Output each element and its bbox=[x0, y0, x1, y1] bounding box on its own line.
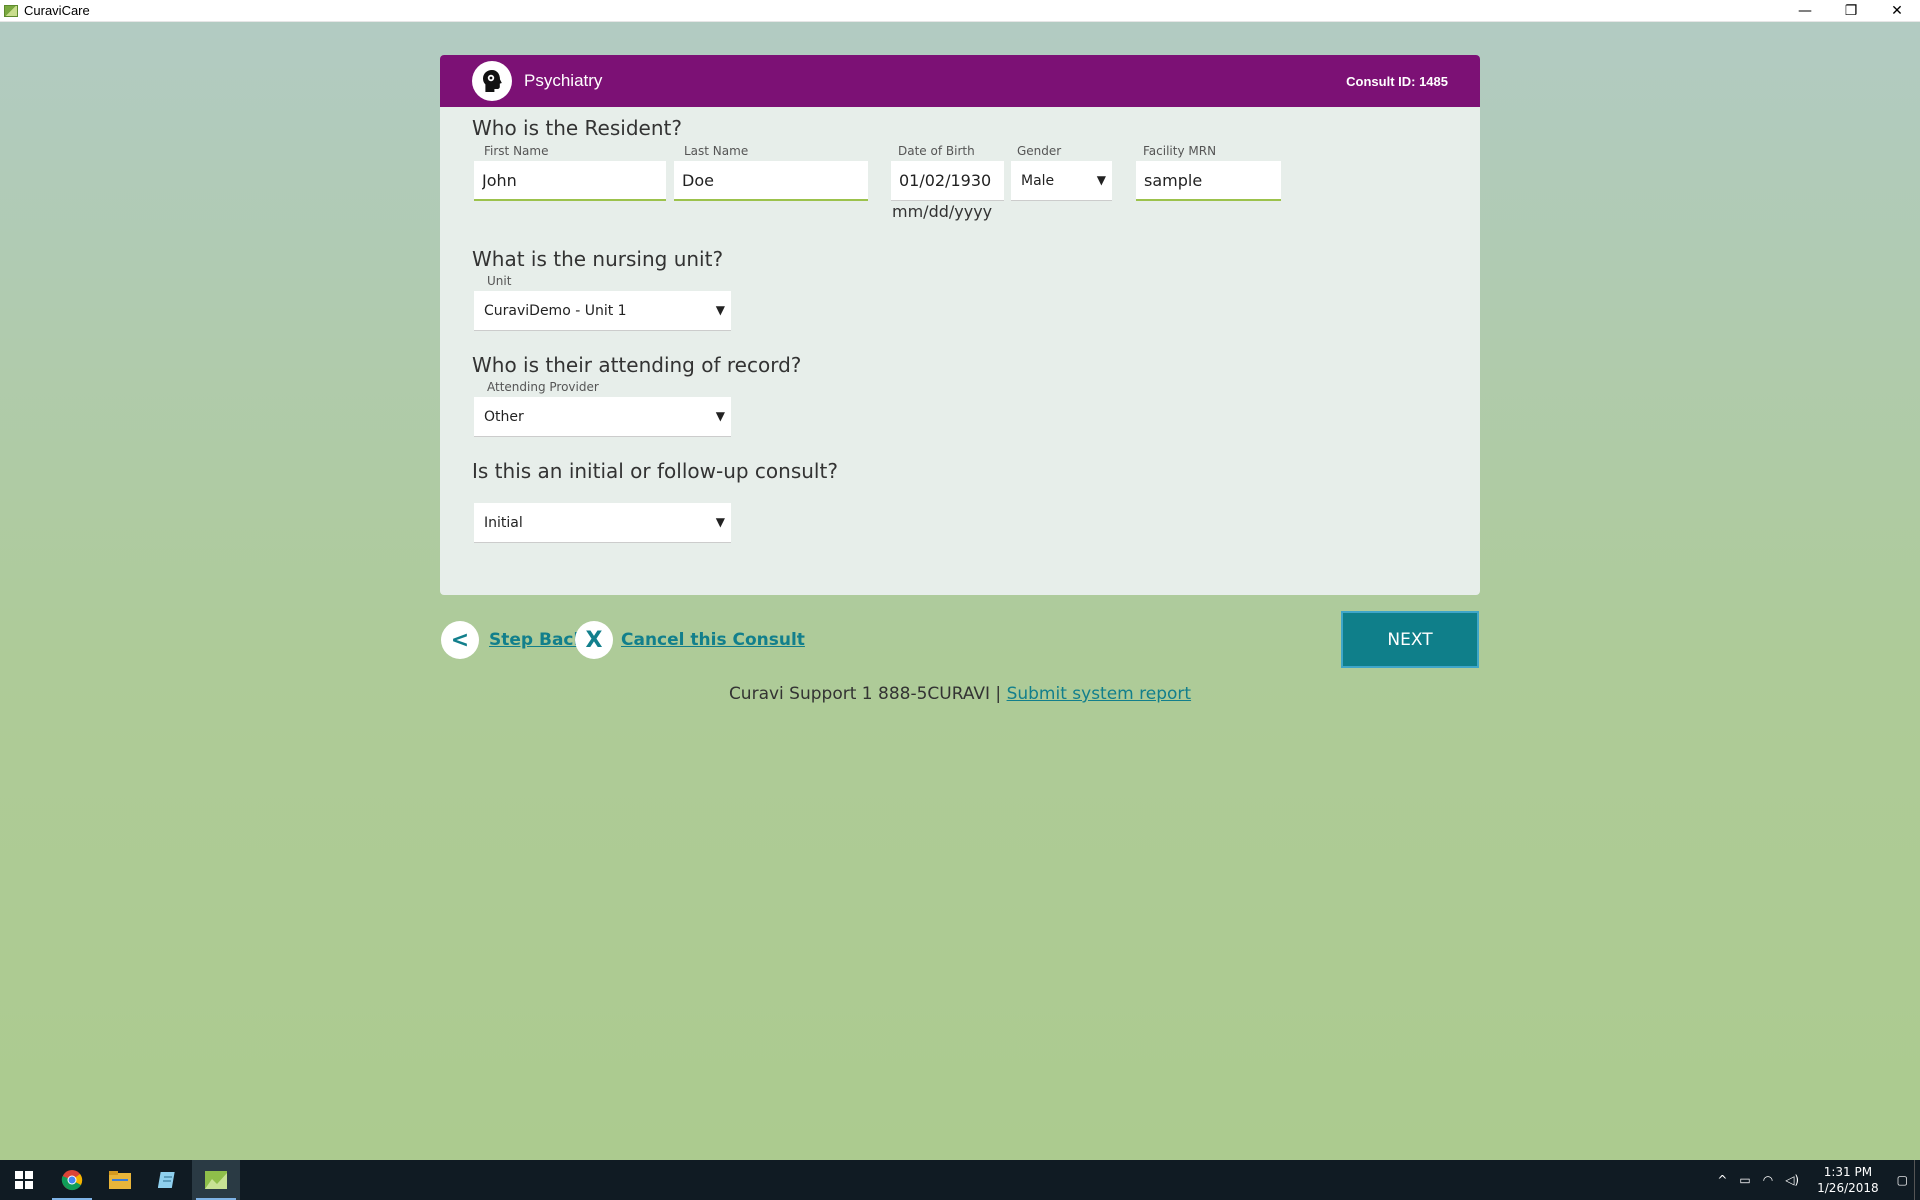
step-back-link[interactable]: Step Back bbox=[489, 630, 585, 650]
consult-id: Consult ID: 1485 bbox=[1346, 73, 1448, 89]
gender-select[interactable]: Male ▼ bbox=[1011, 161, 1112, 201]
department-title: Psychiatry bbox=[524, 71, 603, 90]
unit-value: CuraviDemo - Unit 1 bbox=[484, 302, 627, 319]
cancel-consult-link[interactable]: Cancel this Consult bbox=[621, 630, 805, 650]
attending-select[interactable]: Other ▼ bbox=[474, 397, 731, 437]
file-explorer-icon[interactable] bbox=[96, 1160, 144, 1200]
dropdown-arrow-icon: ▼ bbox=[715, 409, 725, 423]
unit-question: What is the nursing unit? bbox=[472, 247, 724, 271]
last-name-input[interactable] bbox=[674, 161, 868, 201]
last-name-label: Last Name bbox=[684, 144, 749, 158]
gender-value: Male bbox=[1021, 172, 1055, 189]
battery-icon[interactable]: ▭ bbox=[1739, 1173, 1750, 1187]
consult-header: Psychiatry Consult ID: 1485 bbox=[440, 55, 1480, 107]
dropdown-arrow-icon: ▼ bbox=[715, 303, 725, 317]
window-titlebar: CuraviCare — ❐ ✕ bbox=[0, 0, 1920, 22]
attending-value: Other bbox=[484, 408, 524, 425]
dob-format-hint: mm/dd/yyyy bbox=[892, 202, 993, 221]
wifi-icon[interactable]: ◠ bbox=[1763, 1173, 1773, 1187]
chrome-icon[interactable] bbox=[48, 1160, 96, 1200]
dropdown-arrow-icon: ▼ bbox=[715, 515, 725, 529]
windows-start-icon[interactable] bbox=[0, 1160, 48, 1200]
curavicare-icon[interactable] bbox=[192, 1160, 240, 1200]
curavicare-app-icon bbox=[4, 4, 18, 17]
step-back-icon[interactable]: < bbox=[441, 621, 479, 659]
mrn-label: Facility MRN bbox=[1143, 144, 1217, 158]
submit-report-link[interactable]: Submit system report bbox=[1007, 684, 1192, 704]
attending-label: Attending Provider bbox=[487, 380, 599, 394]
unit-select[interactable]: CuraviDemo - Unit 1 ▼ bbox=[474, 291, 731, 331]
gender-label: Gender bbox=[1017, 144, 1062, 158]
support-text: Curavi Support 1 888-5CURAVI | bbox=[728, 684, 1007, 704]
cancel-icon[interactable]: X bbox=[575, 621, 613, 659]
dob-label: Date of Birth bbox=[898, 144, 975, 158]
clock[interactable]: 1:31 PM 1/26/2018 bbox=[1817, 1164, 1879, 1196]
support-line: Curavi Support 1 888-5CURAVI | Submit sy… bbox=[0, 684, 1920, 704]
clock-time: 1:31 PM bbox=[1823, 1165, 1873, 1179]
first-name-input[interactable] bbox=[474, 161, 666, 201]
window-controls: — ❐ ✕ bbox=[1782, 0, 1920, 22]
close-button[interactable]: ✕ bbox=[1874, 0, 1920, 22]
chevron-up-icon[interactable]: ^ bbox=[1717, 1173, 1727, 1187]
dropdown-arrow-icon: ▼ bbox=[1096, 173, 1106, 187]
minimize-button[interactable]: — bbox=[1782, 0, 1828, 22]
notepad-icon[interactable] bbox=[144, 1160, 192, 1200]
restore-button[interactable]: ❐ bbox=[1828, 0, 1874, 22]
system-tray: ^ ▭ ◠ ◁) 1:31 PM 1/26/2018 ▢ bbox=[1711, 1160, 1920, 1200]
resident-question: Who is the Resident? bbox=[472, 116, 682, 140]
dob-input[interactable] bbox=[891, 161, 1004, 201]
clock-date: 1/26/2018 bbox=[1817, 1181, 1879, 1195]
show-desktop-button[interactable] bbox=[1914, 1160, 1920, 1200]
windows-taskbar: ^ ▭ ◠ ◁) 1:31 PM 1/26/2018 ▢ bbox=[0, 1160, 1920, 1200]
consult-type-select[interactable]: Initial ▼ bbox=[474, 503, 731, 543]
consult-form-card: Psychiatry Consult ID: 1485 Who is the R… bbox=[440, 55, 1480, 595]
window-title: CuraviCare bbox=[24, 3, 90, 18]
attending-question: Who is their attending of record? bbox=[472, 353, 802, 377]
volume-icon[interactable]: ◁) bbox=[1785, 1173, 1799, 1187]
consult-type-question: Is this an initial or follow-up consult? bbox=[472, 459, 838, 483]
consult-type-value: Initial bbox=[484, 514, 523, 531]
next-button[interactable]: NEXT bbox=[1341, 611, 1479, 668]
unit-label: Unit bbox=[487, 274, 512, 288]
notifications-icon[interactable]: ▢ bbox=[1897, 1173, 1908, 1187]
first-name-label: First Name bbox=[484, 144, 549, 158]
head-profile-icon bbox=[472, 61, 512, 101]
mrn-input[interactable] bbox=[1136, 161, 1281, 201]
